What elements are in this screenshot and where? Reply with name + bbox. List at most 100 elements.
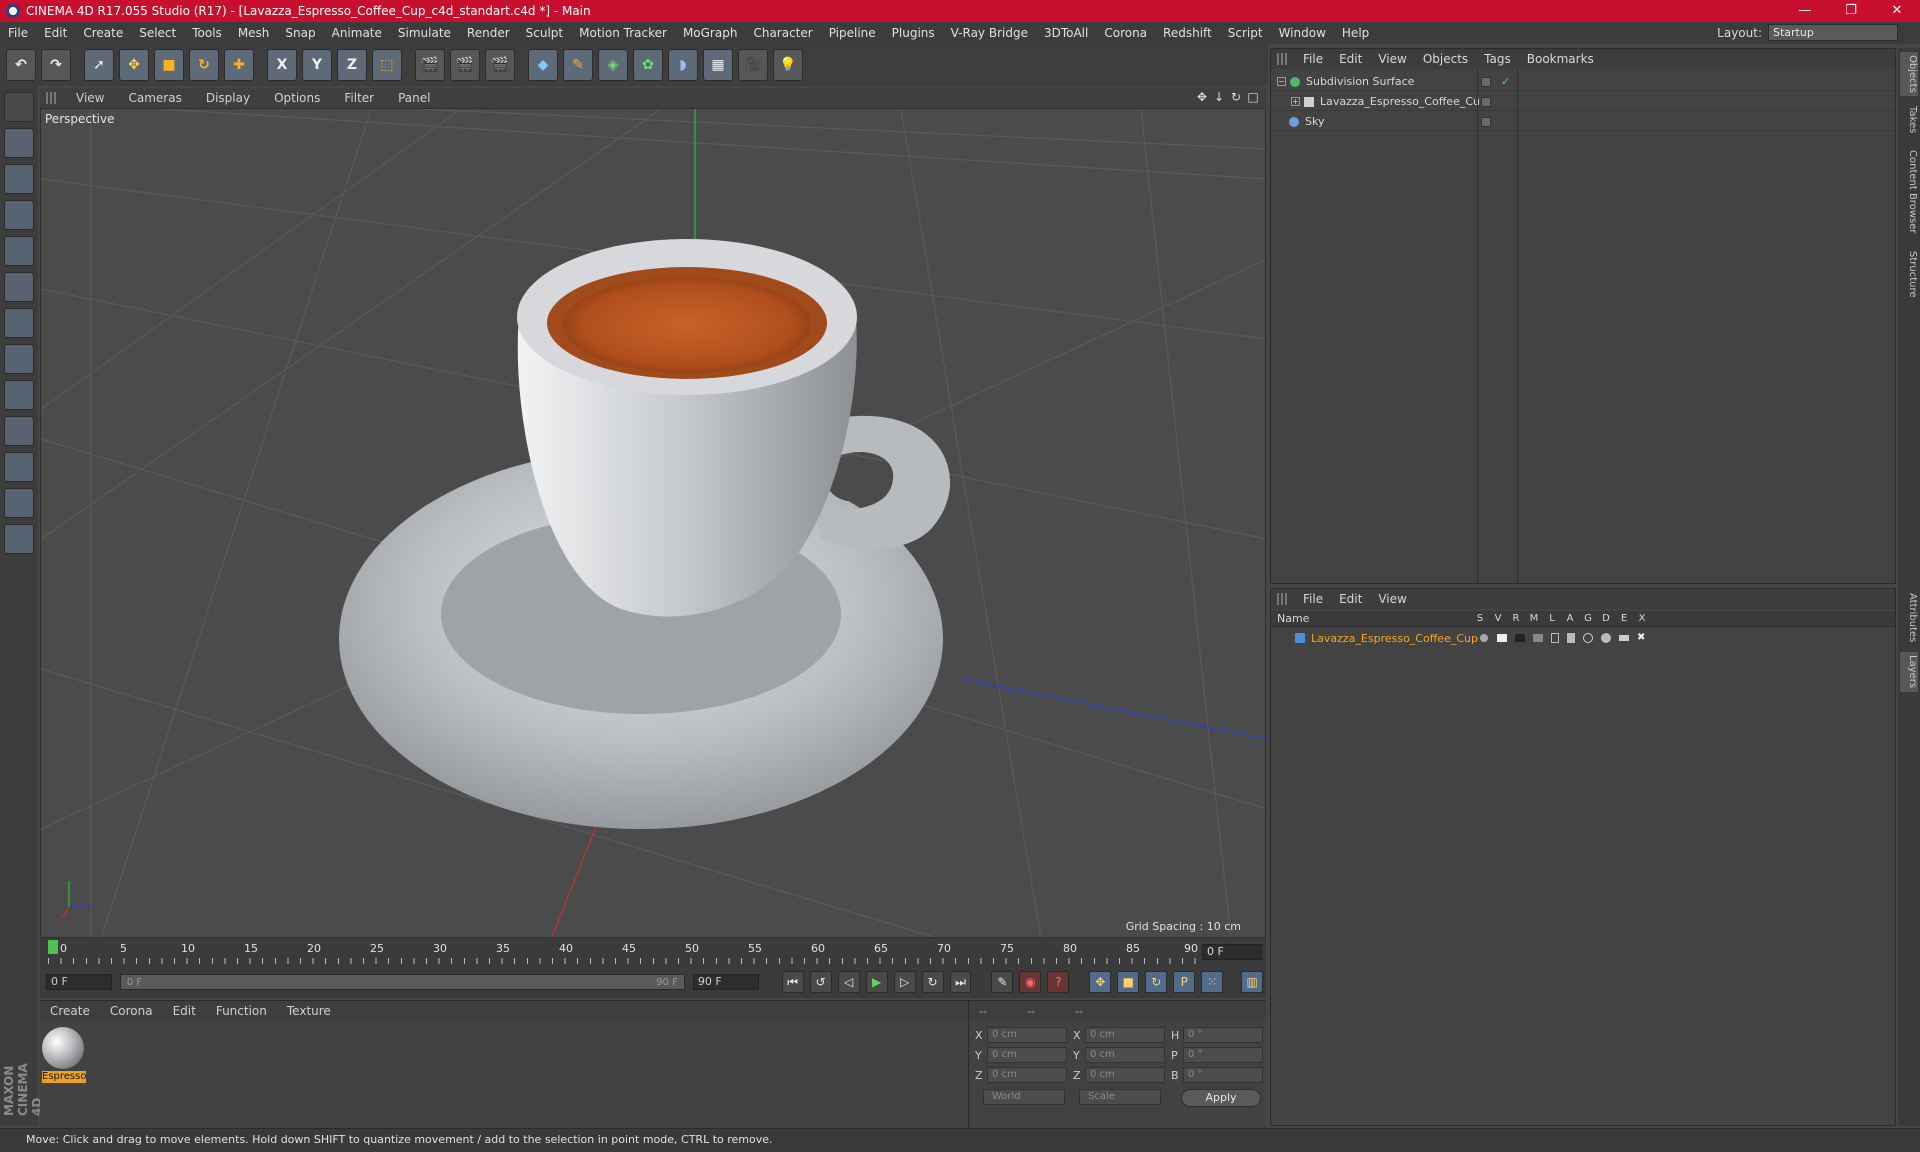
object-row-coffee-cup[interactable]: + Lavazza_Espresso_Coffee_Cup [1271, 93, 1895, 111]
menu-mesh[interactable]: Mesh [230, 26, 278, 40]
deformer-button[interactable]: ◗ [668, 49, 698, 81]
material-menu-function[interactable]: Function [206, 1004, 277, 1018]
coordinate-system-button[interactable]: ⬚ [372, 49, 402, 81]
preview-range-slider[interactable]: 0 F 90 F [119, 974, 685, 990]
generator-button[interactable]: ◈ [598, 49, 628, 81]
object-menu-bookmarks[interactable]: Bookmarks [1519, 52, 1602, 66]
x-axis-button[interactable]: X [267, 49, 297, 81]
minimize-button[interactable]: — [1782, 0, 1828, 22]
expand-toggle[interactable]: + [1291, 97, 1300, 106]
render-picture-viewer-button[interactable]: 🎬 [450, 49, 480, 81]
timeline-ruler[interactable]: 0 5 10 15 20 25 30 35 40 45 50 55 60 65 … [40, 938, 1266, 966]
undo-button[interactable]: ↶ [6, 49, 36, 81]
render-toggle-icon[interactable] [1515, 634, 1525, 642]
menu-redshift[interactable]: Redshift [1155, 26, 1220, 40]
menu-edit[interactable]: Edit [36, 26, 75, 40]
menu-create[interactable]: Create [75, 26, 131, 40]
menu-corona[interactable]: Corona [1096, 26, 1155, 40]
render-view-button[interactable]: 🎬 [415, 49, 445, 81]
key-scale-button[interactable]: ■ [1117, 971, 1140, 993]
view-toggle-icon[interactable] [1497, 634, 1507, 642]
menu-vray-bridge[interactable]: V-Ray Bridge [943, 26, 1036, 40]
key-rotation-button[interactable]: ↻ [1145, 971, 1168, 993]
record-keys-button[interactable]: ✎ [991, 971, 1014, 993]
tab-layers[interactable]: Layers [1900, 652, 1918, 692]
pos-z-field[interactable]: 0 cm [987, 1067, 1067, 1083]
lock-toggle-icon[interactable] [1551, 633, 1559, 643]
playhead-marker[interactable] [48, 940, 58, 954]
perspective-viewport[interactable]: Perspective Grid Spacing : 10 cm [40, 108, 1266, 938]
close-button[interactable]: ✕ [1874, 0, 1920, 22]
rot-h-field[interactable]: 0 ° [1183, 1027, 1263, 1043]
menu-animate[interactable]: Animate [324, 26, 390, 40]
snap-button[interactable] [4, 452, 34, 482]
move-tool-button[interactable]: ✥ [119, 49, 149, 81]
menu-motion-tracker[interactable]: Motion Tracker [571, 26, 675, 40]
floor-object-button[interactable]: ▦ [703, 49, 733, 81]
viewport-menu-panel[interactable]: Panel [386, 91, 442, 105]
y-axis-button[interactable]: Y [302, 49, 332, 81]
next-key-button[interactable]: ↻ [921, 971, 944, 993]
manager-toggle-icon[interactable] [1533, 634, 1543, 642]
menu-render[interactable]: Render [459, 26, 518, 40]
material-menu-create[interactable]: Create [40, 1004, 100, 1018]
menu-pipeline[interactable]: Pipeline [821, 26, 884, 40]
animation-toggle-icon[interactable] [1567, 633, 1575, 643]
menu-script[interactable]: Script [1220, 26, 1271, 40]
menu-file[interactable]: File [0, 26, 36, 40]
edges-mode-button[interactable] [4, 272, 34, 302]
object-row-subdivision-surface[interactable]: − Subdivision Surface ✓ [1271, 73, 1895, 91]
tweak-mode-button[interactable] [4, 380, 34, 410]
menu-select[interactable]: Select [131, 26, 184, 40]
menu-help[interactable]: Help [1334, 26, 1377, 40]
viewport-menu-filter[interactable]: Filter [332, 91, 386, 105]
coordinate-space-dropdown[interactable]: World [983, 1089, 1065, 1105]
object-menu-tags[interactable]: Tags [1476, 52, 1519, 66]
render-settings-button[interactable]: 🎬 [485, 49, 515, 81]
visibility-flag[interactable] [1481, 97, 1491, 107]
menu-plugins[interactable]: Plugins [884, 26, 943, 40]
object-menu-edit[interactable]: Edit [1331, 52, 1370, 66]
column-divider[interactable] [1517, 69, 1518, 583]
layer-menu-file[interactable]: File [1295, 592, 1331, 606]
generator-toggle-icon[interactable] [1583, 633, 1593, 643]
layer-row-coffee-cup[interactable]: Lavazza_Espresso_Coffee_Cup ✖ [1271, 629, 1895, 647]
select-tool-button[interactable]: ➚ [84, 49, 114, 81]
menu-window[interactable]: Window [1271, 26, 1334, 40]
transform-tool-button[interactable]: ✚ [224, 49, 254, 81]
visibility-flag[interactable] [1481, 117, 1491, 127]
object-menu-file[interactable]: File [1295, 52, 1331, 66]
apply-button[interactable]: Apply [1181, 1089, 1261, 1107]
menu-snap[interactable]: Snap [277, 26, 323, 40]
start-frame-field[interactable]: 0 F [46, 974, 112, 990]
layer-menu-edit[interactable]: Edit [1331, 592, 1370, 606]
solo-mode-button[interactable] [4, 416, 34, 446]
material-swatch-espresso[interactable]: Espresso [42, 1027, 86, 1083]
workplane-align-button[interactable] [4, 524, 34, 554]
make-editable-button[interactable] [4, 92, 34, 122]
object-row-sky[interactable]: Sky [1271, 113, 1895, 131]
previous-frame-button[interactable]: ◁ [837, 971, 860, 993]
workplane-lock-button[interactable] [4, 488, 34, 518]
camera-object-button[interactable]: 🎥 [738, 49, 768, 81]
viewport-menu-options[interactable]: Options [262, 91, 332, 105]
go-to-start-button[interactable]: ⏮ [781, 971, 804, 993]
column-divider[interactable] [1477, 69, 1478, 583]
menu-simulate[interactable]: Simulate [390, 26, 459, 40]
z-axis-button[interactable]: Z [337, 49, 367, 81]
menu-sculpt[interactable]: Sculpt [518, 26, 571, 40]
pos-x-field[interactable]: 0 cm [987, 1027, 1067, 1043]
tab-takes[interactable]: Takes [1900, 104, 1918, 136]
go-to-end-button[interactable]: ⏭ [949, 971, 972, 993]
play-button[interactable]: ▶ [865, 971, 888, 993]
visibility-flag[interactable] [1481, 77, 1491, 87]
material-menu-corona[interactable]: Corona [100, 1004, 163, 1018]
material-menu-edit[interactable]: Edit [163, 1004, 206, 1018]
redo-button[interactable]: ↷ [41, 49, 71, 81]
deformer-toggle-icon[interactable] [1601, 633, 1611, 643]
tab-objects[interactable]: Objects [1900, 52, 1918, 96]
autokeying-button[interactable]: ◉ [1019, 971, 1042, 993]
axis-mode-button[interactable] [4, 344, 34, 374]
current-frame-field[interactable]: 0 F [1202, 944, 1262, 960]
viewport-menu-cameras[interactable]: Cameras [116, 91, 193, 105]
